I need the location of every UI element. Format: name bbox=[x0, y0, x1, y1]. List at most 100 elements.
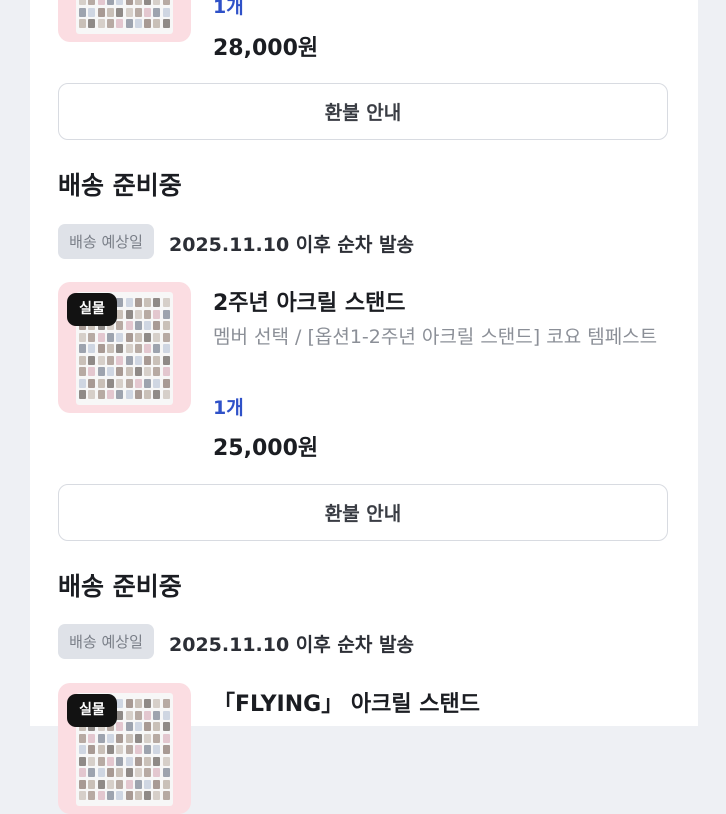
photo-card-thumb bbox=[134, 710, 142, 720]
photo-card-thumb bbox=[153, 344, 161, 353]
photo-card-thumb bbox=[153, 745, 161, 754]
photo-card-thumb bbox=[88, 367, 96, 376]
photo-card-thumb bbox=[144, 0, 152, 5]
photo-card-thumb bbox=[97, 332, 105, 342]
photo-card-thumb bbox=[162, 756, 170, 766]
photo-card-thumb bbox=[162, 344, 170, 353]
refund-info-button[interactable]: 환불 안내 bbox=[58, 484, 668, 541]
photo-card-thumb bbox=[144, 344, 152, 353]
photo-card-thumb bbox=[106, 344, 114, 353]
product-image[interactable]: 실물 bbox=[58, 282, 191, 413]
product-title[interactable]: 2주년 아크릴 스탠드 bbox=[213, 285, 406, 317]
photo-card-thumb bbox=[97, 756, 105, 766]
photo-card-thumb bbox=[144, 355, 152, 365]
photo-card-thumb bbox=[162, 779, 170, 789]
photo-card-thumb bbox=[88, 791, 96, 800]
photo-card-thumb bbox=[134, 309, 142, 319]
shipping-status: 배송 준비중 bbox=[58, 572, 182, 601]
photo-card-thumb bbox=[79, 768, 86, 777]
photo-card-thumb bbox=[116, 722, 124, 731]
photo-card-thumb bbox=[97, 367, 105, 376]
photo-card-thumb bbox=[144, 779, 152, 789]
photo-card-thumb bbox=[134, 378, 142, 388]
product-image[interactable]: 실물 bbox=[58, 683, 191, 814]
photo-card-thumb bbox=[125, 0, 133, 5]
photo-card-thumb bbox=[116, 756, 124, 766]
physical-badge: 실물 bbox=[67, 293, 117, 326]
photo-card-thumb bbox=[116, 0, 124, 5]
photo-card-thumb bbox=[79, 779, 86, 789]
photo-card-thumb bbox=[88, 0, 96, 5]
photo-card-thumb bbox=[125, 19, 133, 28]
photo-card-thumb bbox=[162, 7, 170, 17]
quantity-text: 1개 bbox=[213, 0, 244, 18]
photo-card-thumb bbox=[79, 19, 86, 28]
photo-card-thumb bbox=[134, 367, 142, 376]
product-option: 멤버 선택 / [옵션1-2주년 아크릴 스탠드] 코요 템페스트 bbox=[213, 326, 658, 348]
photo-card-thumb bbox=[106, 791, 114, 800]
photo-card-thumb bbox=[79, 745, 86, 754]
photo-card-thumb bbox=[144, 378, 152, 388]
photo-card-thumb bbox=[116, 768, 124, 777]
photo-card-thumb bbox=[125, 378, 133, 388]
photo-card-thumb bbox=[97, 378, 105, 388]
photo-card-thumb bbox=[162, 733, 170, 743]
photo-card-thumb bbox=[144, 7, 152, 17]
photo-card-thumb bbox=[162, 390, 170, 399]
photo-card-thumb bbox=[153, 390, 161, 399]
photo-card-thumb bbox=[97, 745, 105, 754]
photo-card-thumb bbox=[134, 756, 142, 766]
photo-card-thumb bbox=[162, 309, 170, 319]
photo-card-thumb bbox=[162, 0, 170, 5]
product-title[interactable]: 「FLYING」 아크릴 스탠드 bbox=[213, 686, 480, 718]
photo-card-thumb bbox=[125, 321, 133, 330]
photo-card-thumb bbox=[144, 722, 152, 731]
photo-card-thumb bbox=[106, 768, 114, 777]
photo-card-thumb bbox=[162, 355, 170, 365]
photo-card-thumb bbox=[144, 332, 152, 342]
expected-ship-tag: 배송 예상일 bbox=[58, 624, 154, 659]
photo-card-thumb bbox=[97, 390, 105, 399]
photo-card-thumb bbox=[125, 332, 133, 342]
photo-card-thumb bbox=[134, 298, 142, 307]
photo-card-thumb bbox=[125, 309, 133, 319]
photo-card-thumb bbox=[162, 722, 170, 731]
photo-card-thumb bbox=[153, 0, 161, 5]
photo-card-thumb bbox=[125, 699, 133, 708]
photo-card-thumb bbox=[162, 19, 170, 28]
photo-card-thumb bbox=[153, 378, 161, 388]
photo-card-thumb bbox=[144, 298, 152, 307]
photo-card-thumb bbox=[116, 378, 124, 388]
photo-card-thumb bbox=[153, 722, 161, 731]
photo-card-thumb bbox=[88, 378, 96, 388]
photo-card-thumb bbox=[88, 768, 96, 777]
refund-info-label: 환불 안내 bbox=[324, 102, 402, 124]
photo-card-thumb bbox=[162, 378, 170, 388]
product-image[interactable] bbox=[58, 0, 191, 42]
photo-card-thumb bbox=[116, 367, 124, 376]
photo-card-thumb bbox=[79, 733, 86, 743]
photo-card-thumb bbox=[144, 19, 152, 28]
refund-info-button[interactable]: 환불 안내 bbox=[58, 83, 668, 140]
photo-card-thumb bbox=[116, 332, 124, 342]
photo-card-thumb bbox=[144, 309, 152, 319]
photo-card-thumb bbox=[134, 791, 142, 800]
photo-card-thumb bbox=[88, 745, 96, 754]
photo-card-thumb bbox=[162, 791, 170, 800]
photo-card-thumb bbox=[153, 321, 161, 330]
photo-card-thumb bbox=[153, 7, 161, 17]
photo-card-thumb bbox=[162, 321, 170, 330]
photo-card-thumb bbox=[79, 367, 86, 376]
photo-card-thumb bbox=[97, 779, 105, 789]
refund-info-label: 환불 안내 bbox=[324, 503, 402, 525]
photo-card-thumb bbox=[162, 745, 170, 754]
photo-card-thumb bbox=[144, 699, 152, 708]
photo-card-thumb bbox=[106, 332, 114, 342]
photo-card-thumb bbox=[116, 733, 124, 743]
photo-card-thumb bbox=[144, 390, 152, 399]
photo-card-thumb bbox=[162, 699, 170, 708]
photo-card-thumb bbox=[134, 768, 142, 777]
photo-card-thumb bbox=[153, 298, 161, 307]
photo-card-thumb bbox=[134, 355, 142, 365]
photo-card-thumb bbox=[153, 332, 161, 342]
